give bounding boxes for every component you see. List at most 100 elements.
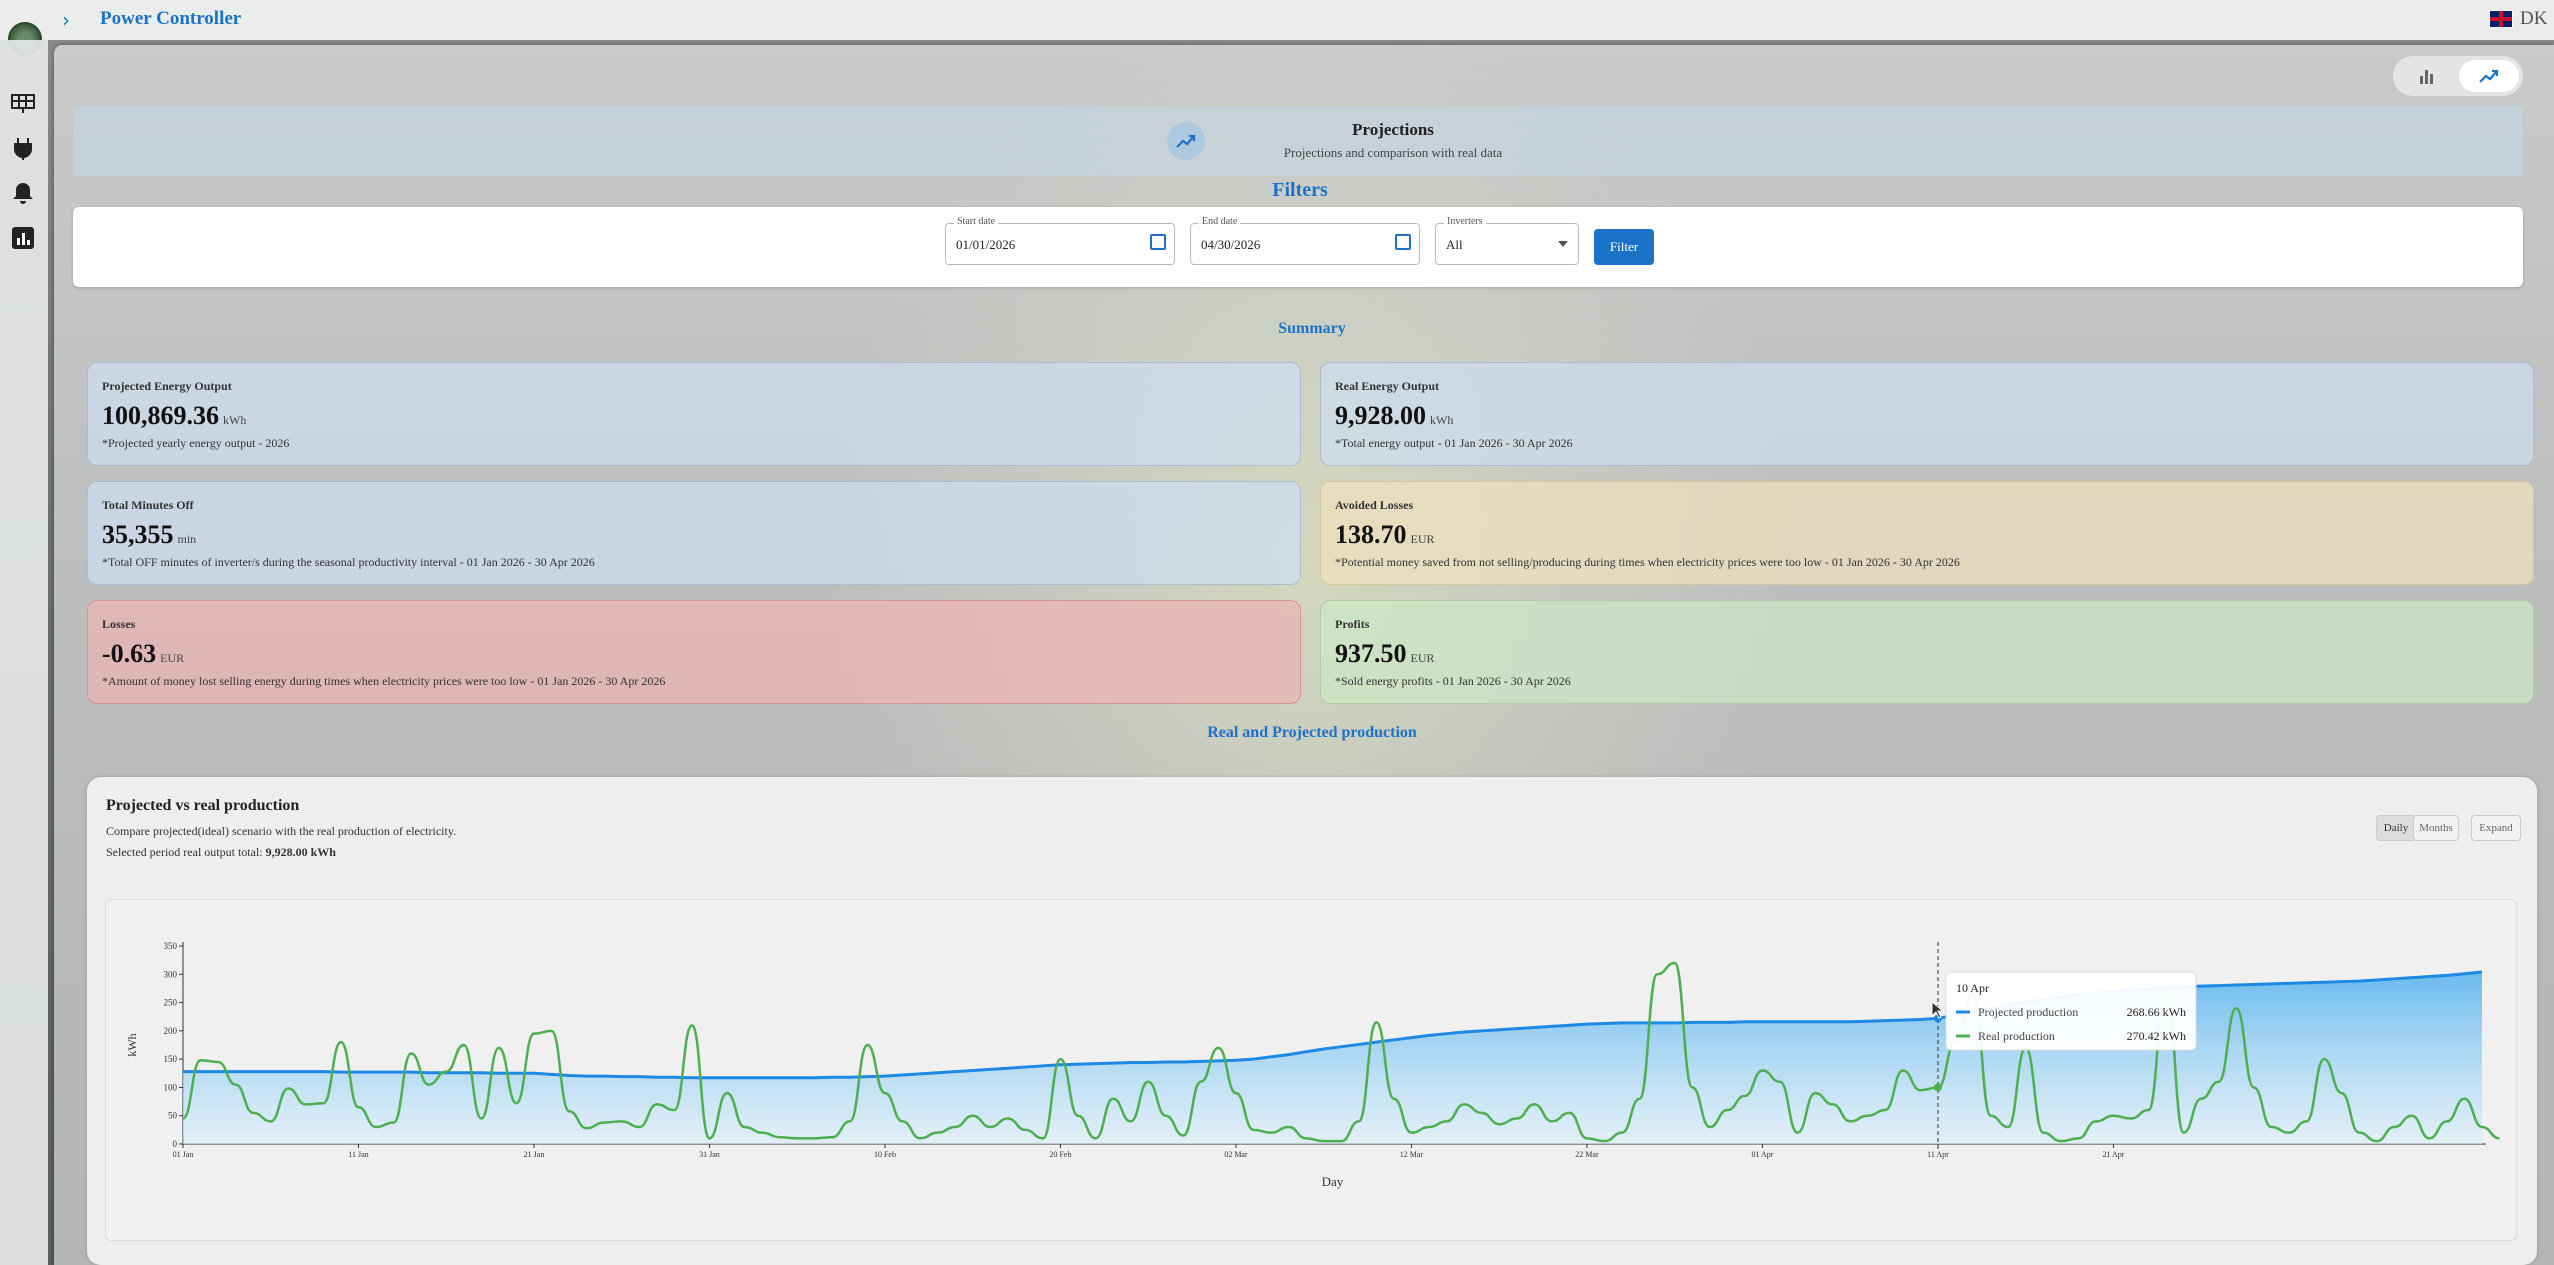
y-tick-label: 350 [164, 941, 178, 951]
card-note: *Total OFF minutes of inverter/s during … [102, 555, 595, 569]
filter-button[interactable]: Filter [1594, 229, 1654, 265]
card-unit: EUR [1410, 532, 1435, 546]
x-tick-label: 22 Mar [1575, 1150, 1599, 1159]
x-tick-label: 10 Feb [874, 1150, 896, 1159]
card-note: *Total energy output - 01 Jan 2026 - 30 … [1335, 436, 1573, 450]
start-date-label: Start date [954, 216, 999, 227]
page-title: Projections [1352, 120, 1434, 139]
y-tick-label: 100 [164, 1082, 178, 1092]
inverters-select[interactable]: Inverters All [1435, 216, 1579, 265]
x-tick-label: 11 Jan [348, 1150, 368, 1159]
card-label: Projected Energy Output [102, 379, 232, 393]
real-energy-card: Real Energy Output 9,928.00 kWh *Total en… [1320, 362, 2534, 466]
production-section-title: Real and Projected production [1207, 724, 1417, 741]
view-toggle [2393, 56, 2523, 96]
bell-icon[interactable] [10, 180, 36, 206]
losses-card: Losses -0.63 EUR *Amount of money lost se… [87, 600, 1301, 704]
inverters-value: All [1446, 237, 1463, 252]
x-tick-label: 21 Apr [2102, 1150, 2124, 1159]
sidebar [0, 40, 48, 1265]
daily-button[interactable]: Daily [2376, 815, 2416, 841]
tooltip-series-label: Projected production [1978, 1005, 2078, 1019]
start-date-field[interactable]: Start date 01/01/2026 [945, 216, 1175, 265]
period-total: Selected period real output total: 9,928… [106, 845, 336, 859]
y-tick-label: 50 [168, 1111, 178, 1121]
card-label: Real Energy Output [1335, 379, 1440, 393]
uk-flag-icon[interactable] [2489, 10, 2513, 28]
card-note: *Sold energy profits - 01 Jan 2026 - 30 … [1335, 674, 1571, 688]
card-note: *Potential money saved from not selling/… [1335, 555, 1960, 569]
card-unit: kWh [1430, 413, 1454, 427]
chart-title: Projected vs real production [106, 797, 300, 814]
minutes-off-card: Total Minutes Off 35,355 min *Total OFF m… [87, 481, 1301, 585]
summary-title: Summary [1278, 320, 1346, 337]
language-switch[interactable]: DK [2520, 8, 2547, 30]
x-tick-label: 11 Apr [1927, 1150, 1949, 1159]
projected-energy-card: Projected Energy Output 100,869.36 kWh *P… [87, 362, 1301, 466]
line-chart[interactable]: 0 50 100 150 200 250 300 350 01 Jan 11 Jan 21 Jan 3… [106, 900, 2516, 1240]
production-chart-card: Projected vs real production Compare pro… [87, 777, 2537, 1265]
calendar-icon[interactable] [1150, 234, 1166, 250]
filters-panel: Start date 01/01/2026 End date 04/30/202… [73, 207, 2523, 287]
x-tick-label: 21 Jan [524, 1150, 545, 1159]
y-tick-label: 300 [164, 969, 178, 979]
bar-chart-icon[interactable] [10, 225, 36, 251]
page-subtitle: Projections and comparison with real dat… [1283, 145, 1503, 160]
y-tick-label: 150 [164, 1054, 178, 1064]
bar-chart-view-button[interactable] [2397, 60, 2457, 92]
months-button[interactable]: Months [2413, 815, 2459, 841]
x-tick-label: 31 Jan [699, 1150, 720, 1159]
chart-subtitle: Compare projected(ideal) scenario with t… [106, 824, 457, 838]
period-total-value: 9,928.00 kWh [265, 845, 336, 859]
trend-view-button[interactable] [2459, 60, 2519, 92]
solar-panel-icon[interactable] [10, 90, 36, 116]
avoided-losses-card: Avoided Losses 138.70 EUR *Potential mone… [1320, 481, 2534, 585]
x-tick-label: 01 Jan [173, 1150, 194, 1159]
projections-header: Projections Projections and comparison w… [73, 106, 2523, 176]
y-tick-label: 250 [164, 998, 178, 1008]
card-value: 9,928.00 kWh [1335, 401, 1454, 430]
x-tick-label: 01 Apr [1751, 1150, 1773, 1159]
start-date-value: 01/01/2026 [956, 237, 1016, 252]
card-value: 138.70 EUR [1335, 520, 1435, 549]
end-date-value: 04/30/2026 [1201, 237, 1261, 252]
card-value: -0.63 EUR [102, 639, 185, 668]
app-title: Power Controller [100, 8, 242, 29]
hover-point-real [1933, 1083, 1942, 1092]
y-tick-label: 200 [164, 1026, 178, 1036]
card-label: Profits [1335, 617, 1370, 631]
card-unit: EUR [160, 651, 185, 665]
x-axis-label: Day [1322, 1174, 1344, 1189]
card-label: Avoided Losses [1335, 498, 1414, 512]
chart-tooltip: 10 Apr Projected production 268.66 kWh Real… [1945, 971, 2197, 1051]
x-tick-label: 02 Mar [1224, 1150, 1248, 1159]
profits-card: Profits 937.50 EUR *Sold energy profits -… [1320, 600, 2534, 704]
card-value: 937.50 EUR [1335, 639, 1435, 668]
chevron-right-icon[interactable]: › [62, 8, 70, 32]
card-value: 100,869.36 kWh [102, 401, 247, 430]
tooltip-series-value: 270.42 kWh [2127, 1029, 2186, 1043]
plug-icon[interactable] [10, 135, 36, 161]
calendar-icon[interactable] [1395, 234, 1411, 250]
y-tick-label: 0 [173, 1139, 178, 1149]
chart-area: 0 50 100 150 200 250 300 350 01 Jan 11 Jan 21 Jan 3… [105, 899, 2517, 1241]
expand-button[interactable]: Expand [2471, 815, 2521, 841]
card-value: 35,355 min [102, 520, 197, 549]
x-tick-label: 20 Feb [1049, 1150, 1071, 1159]
card-label: Total Minutes Off [102, 498, 194, 512]
end-date-label: End date [1199, 216, 1241, 227]
card-note: *Amount of money lost selling energy dur… [102, 674, 666, 688]
caret-down-icon [1558, 241, 1568, 247]
card-unit: EUR [1410, 651, 1435, 665]
filters-title: Filters [1272, 179, 1328, 201]
end-date-field[interactable]: End date 04/30/2026 [1190, 216, 1420, 265]
card-label: Losses [102, 617, 136, 631]
y-axis-label: kWh [125, 1033, 139, 1056]
tooltip-date: 10 Apr [1956, 981, 1989, 995]
trending-up-icon [2479, 69, 2499, 83]
bar-chart-icon [2420, 70, 2433, 84]
tooltip-series-value: 268.66 kWh [2127, 1005, 2186, 1019]
divider [86, 301, 2526, 302]
card-unit: kWh [223, 413, 247, 427]
mouse-cursor-icon [1931, 1000, 1945, 1019]
